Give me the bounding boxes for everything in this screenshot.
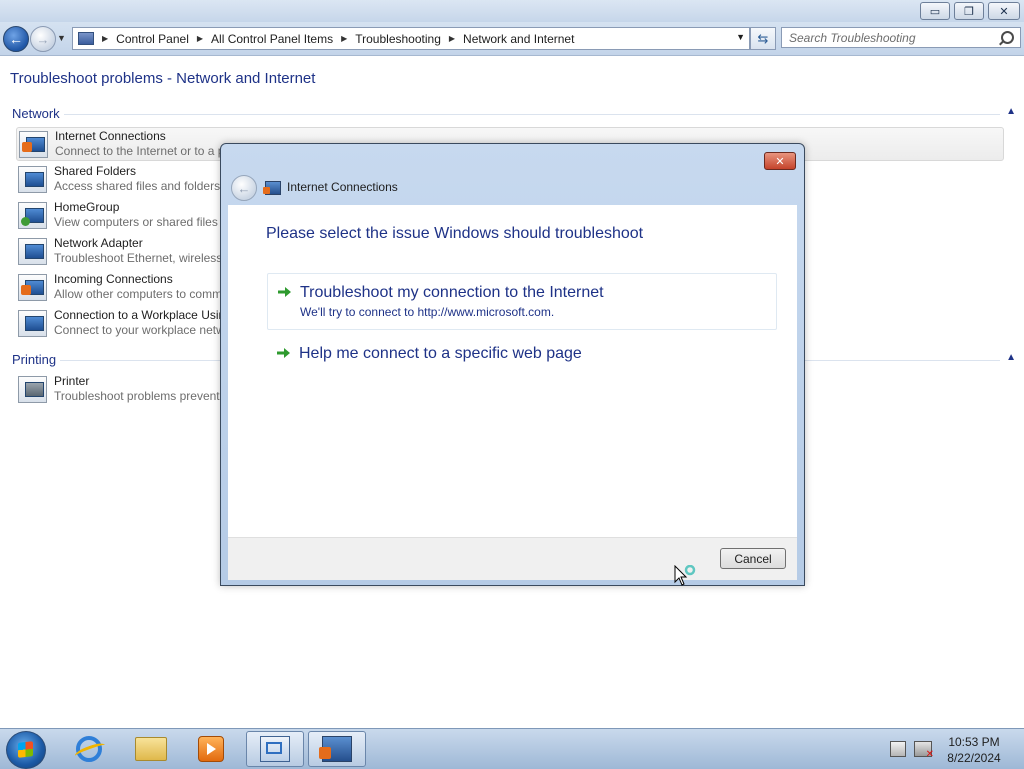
system-clock[interactable]: 10:53 PM 8/22/2024: [940, 734, 1008, 766]
internet-connections-icon: [319, 736, 352, 762]
printer-icon: [18, 376, 47, 403]
troubleshooter-title: Connection to a Workplace Usin: [54, 308, 226, 322]
troubleshooter-description: Connect to your workplace netw: [54, 323, 225, 337]
page-title: Troubleshoot problems - Network and Inte…: [10, 70, 316, 87]
option-title: Troubleshoot my connection to the Intern…: [300, 284, 604, 301]
option-specific-web-page[interactable]: Help me connect to a specific web page: [267, 335, 777, 375]
breadcrumb-control-panel[interactable]: Control Panel: [116, 32, 189, 46]
group-label: Printing: [12, 352, 61, 367]
workplace-connection-icon: [18, 310, 47, 337]
troubleshooter-description: Allow other computers to comm: [54, 287, 223, 301]
control-panel-icon: [78, 32, 94, 45]
search-input[interactable]: [787, 28, 991, 48]
start-button[interactable]: [6, 731, 46, 769]
internet-connections-icon: [263, 181, 281, 195]
breadcrumb-chevron-icon[interactable]: ▶: [102, 34, 108, 43]
windows-explorer-icon: [135, 737, 167, 761]
internet-connections-icon: [19, 131, 48, 158]
clock-time: 10:53 PM: [948, 735, 1000, 749]
breadcrumb-chevron-icon[interactable]: ▶: [341, 34, 347, 43]
collapse-chevron-icon[interactable]: ▲: [1006, 352, 1016, 363]
taskbar-media-player[interactable]: [182, 731, 240, 767]
taskbar-internet-explorer[interactable]: [60, 731, 118, 767]
troubleshooter-dialog: ✕ ← Internet Connections Please select t…: [220, 143, 805, 586]
network-disconnected-icon[interactable]: [914, 741, 934, 760]
maximize-button[interactable]: ❐: [954, 2, 984, 20]
dialog-body: Please select the issue Windows should t…: [228, 205, 797, 537]
refresh-button[interactable]: ⇆: [750, 27, 776, 50]
dialog-footer: Cancel: [228, 537, 797, 580]
troubleshooter-description: Troubleshoot Ethernet, wireless,: [54, 251, 226, 265]
green-arrow-icon: [278, 287, 291, 297]
internet-explorer-icon: [76, 736, 102, 762]
back-button[interactable]: ←: [3, 26, 29, 52]
busy-cursor-icon: [674, 565, 696, 586]
minimize-button[interactable]: ▭: [920, 2, 950, 20]
dialog-back-button[interactable]: ←: [231, 175, 257, 201]
clock-date: 8/22/2024: [947, 751, 1001, 765]
search-icon[interactable]: [1001, 31, 1014, 44]
breadcrumb-troubleshooting[interactable]: Troubleshooting: [355, 32, 441, 46]
shared-folders-icon: [18, 166, 47, 193]
taskbar-internet-connections[interactable]: [308, 731, 366, 767]
troubleshooter-title: Internet Connections: [55, 129, 166, 143]
recent-pages-dropdown-icon[interactable]: ▼: [57, 33, 66, 43]
option-title: Help me connect to a specific web page: [299, 345, 582, 362]
close-icon: ✕: [775, 155, 785, 168]
option-subtitle: We'll try to connect to http://www.micro…: [300, 305, 555, 319]
cancel-button[interactable]: Cancel: [720, 548, 786, 569]
action-center-flag-icon[interactable]: [890, 741, 906, 757]
group-header-network: Network ▲: [12, 106, 1016, 122]
troubleshooter-description: Access shared files and folders o: [54, 179, 231, 193]
taskbar-windows-explorer[interactable]: [122, 731, 180, 767]
group-label: Network: [12, 106, 64, 121]
homegroup-icon: [18, 202, 47, 229]
troubleshooter-description: Connect to the Internet or to a p: [55, 144, 225, 158]
address-dropdown-icon[interactable]: ▼: [736, 32, 745, 42]
breadcrumb-network-and-internet[interactable]: Network and Internet: [463, 32, 574, 46]
dialog-heading: Please select the issue Windows should t…: [266, 225, 644, 242]
troubleshooter-description: View computers or shared files i: [54, 215, 224, 229]
network-adapter-icon: [18, 238, 47, 265]
media-player-icon: [198, 736, 224, 762]
search-box[interactable]: [781, 27, 1021, 48]
navigation-bar: ← → ▼ ▶ Control Panel ▶ All Control Pane…: [0, 22, 1024, 56]
troubleshooter-title: Incoming Connections: [54, 272, 173, 286]
taskbar: 10:53 PM 8/22/2024: [0, 728, 1024, 769]
green-arrow-icon: [277, 348, 290, 358]
taskbar-control-panel[interactable]: [246, 731, 304, 767]
breadcrumb-all-control-panel-items[interactable]: All Control Panel Items: [211, 32, 333, 46]
dialog-close-button[interactable]: ✕: [764, 152, 796, 170]
troubleshooter-title: Printer: [54, 374, 90, 388]
incoming-connections-icon: [18, 274, 47, 301]
option-troubleshoot-connection[interactable]: Troubleshoot my connection to the Intern…: [267, 273, 777, 330]
address-bar[interactable]: ▶ Control Panel ▶ All Control Panel Item…: [72, 27, 750, 50]
forward-button[interactable]: →: [30, 26, 56, 52]
dialog-title: Internet Connections: [287, 180, 398, 194]
window-title-bar: ▭ ❐ ✕: [0, 0, 1024, 22]
breadcrumb-chevron-icon[interactable]: ▶: [449, 34, 455, 43]
troubleshooter-title: HomeGroup: [54, 200, 120, 214]
breadcrumb-chevron-icon[interactable]: ▶: [197, 34, 203, 43]
refresh-icon: ⇆: [757, 30, 769, 46]
close-button[interactable]: ✕: [988, 2, 1020, 20]
troubleshooter-description: Troubleshoot problems prevent: [54, 389, 220, 403]
control-panel-icon: [260, 736, 290, 762]
troubleshooter-title: Shared Folders: [54, 164, 137, 178]
troubleshooter-title: Network Adapter: [54, 236, 143, 250]
collapse-chevron-icon[interactable]: ▲: [1006, 106, 1016, 117]
